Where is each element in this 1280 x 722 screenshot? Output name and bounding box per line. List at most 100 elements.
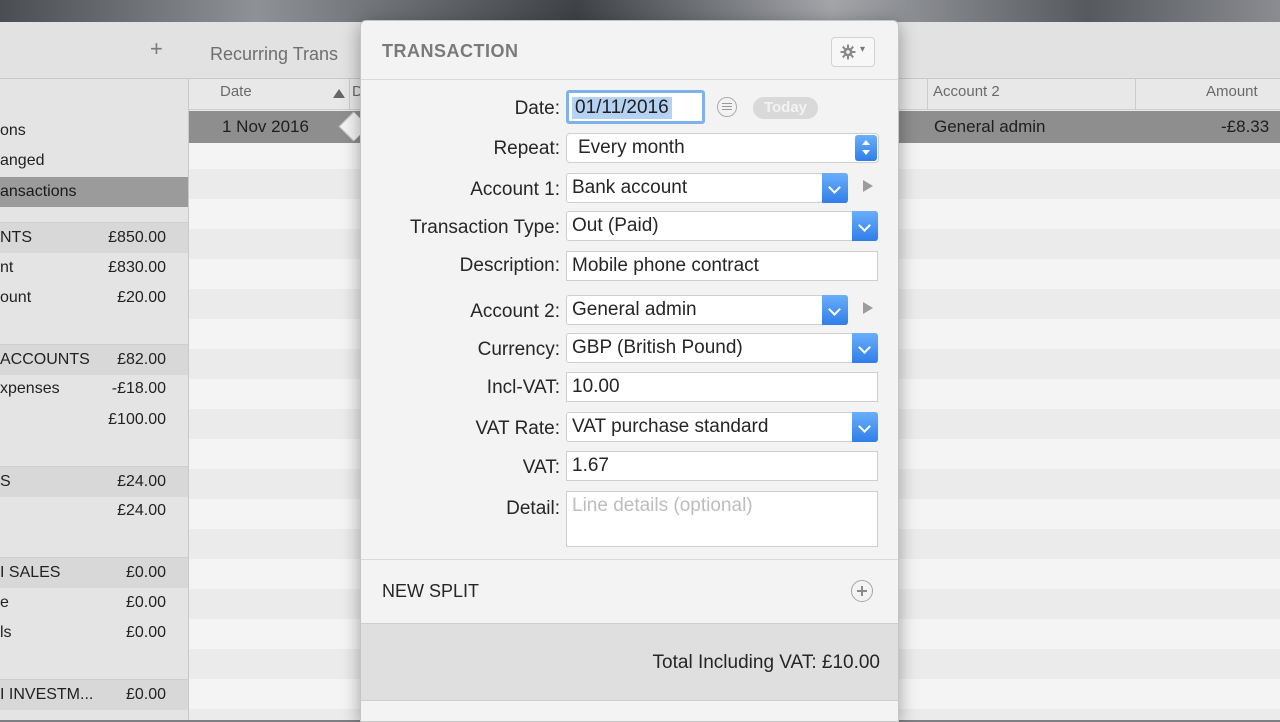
column-divider (927, 79, 928, 109)
sidebar-item-value: £20.00 (117, 289, 166, 306)
account-1-label: Account 1: (470, 179, 560, 200)
transaction-type-combo[interactable]: Out (Paid) (566, 211, 878, 241)
chevron-down-icon[interactable] (822, 173, 848, 203)
vat-rate-value: VAT purchase standard (572, 416, 769, 437)
add-split-icon[interactable] (851, 580, 873, 602)
chevron-down-icon[interactable] (852, 211, 878, 241)
account-2-go-arrow-icon[interactable] (863, 302, 873, 314)
incl-vat-label: Incl-VAT: (486, 377, 560, 398)
repeat-value: Every month (578, 137, 685, 158)
sidebar-item[interactable]: xpenses -£18.00 (0, 374, 188, 404)
sidebar-item-value: £100.00 (108, 411, 166, 428)
up-down-arrows-icon (855, 135, 877, 161)
total-bar: Total Including VAT: £10.00 (361, 623, 898, 701)
sidebar-item[interactable]: S £24.00 (0, 466, 188, 497)
sidebar-item-label: xpenses (0, 380, 60, 397)
sidebar-item[interactable]: I INVESTM... £0.00 (0, 679, 188, 710)
vat-field[interactable]: 1.67 (566, 451, 878, 481)
sidebar-item[interactable]: anged (0, 146, 188, 176)
row-account-2: General admin (934, 117, 1046, 136)
column-header-date[interactable]: Date (220, 83, 252, 100)
tab-recurring-transactions[interactable]: Recurring Trans (210, 44, 338, 65)
chevron-down-icon[interactable] (822, 295, 848, 325)
sidebar-item-value: £0.00 (125, 624, 166, 641)
column-divider (1135, 79, 1136, 109)
chevron-down-icon[interactable] (852, 412, 878, 442)
column-header-account-2[interactable]: Account 2 (933, 83, 1000, 100)
transaction-popover: TRANSACTION ▾ Date: 01/11/2016 Today Rep… (360, 20, 899, 722)
sidebar-item-label: ons (0, 122, 26, 139)
description-field[interactable]: Mobile phone contract (566, 251, 878, 281)
popover-title: TRANSACTION (382, 41, 519, 61)
account-1-combo[interactable]: Bank account (566, 173, 848, 203)
sidebar-item-label: I SALES (0, 564, 61, 581)
new-split-label: NEW SPLIT (382, 581, 480, 601)
row-amount: -£8.33 (1221, 117, 1270, 136)
currency-combo[interactable]: GBP (British Pound) (566, 333, 878, 363)
sidebar-item[interactable]: ls £0.00 (0, 618, 188, 648)
detail-field[interactable]: Line details (optional) (566, 491, 878, 547)
transaction-type-label: Transaction Type: (410, 217, 560, 238)
sidebar-item-label: anged (0, 152, 45, 169)
sidebar-item-label: ansactions (0, 183, 77, 200)
vat-rate-combo[interactable]: VAT purchase standard (566, 412, 878, 442)
action-menu-button[interactable]: ▾ (831, 37, 875, 67)
total-including-vat: Total Including VAT: £10.00 (652, 652, 880, 673)
split-divider (361, 559, 898, 560)
sidebar-item-value: £0.00 (125, 686, 166, 703)
sidebar-item-value: -£18.00 (111, 380, 166, 397)
column-header-amount[interactable]: Amount (1206, 83, 1258, 100)
sidebar-item-value: £0.00 (125, 564, 166, 581)
sidebar-item[interactable]: I SALES £0.00 (0, 557, 188, 588)
sidebar-item-label: I INVESTM... (0, 686, 94, 703)
sidebar-item-label: e (0, 594, 9, 611)
sort-ascending-icon (333, 89, 345, 98)
sidebar-item[interactable]: ACCOUNTS £82.00 (0, 344, 188, 375)
transaction-type-value: Out (Paid) (572, 215, 659, 236)
sidebar-item-label: NTS (0, 229, 32, 246)
repeat-select[interactable]: Every month (566, 133, 879, 163)
account-2-value: General admin (572, 299, 697, 320)
detail-placeholder: Line details (optional) (572, 495, 753, 516)
sidebar-item-label: ls (0, 624, 12, 641)
account-1-go-arrow-icon[interactable] (863, 180, 873, 192)
sidebar-item[interactable]: £24.00 (0, 496, 188, 526)
sidebar-item-value: £830.00 (108, 259, 166, 276)
sidebar-item-label: ount (0, 289, 32, 306)
chevron-down-icon: ▾ (860, 44, 866, 55)
account-1-value: Bank account (572, 177, 688, 198)
date-label: Date: (514, 98, 560, 119)
header-divider (361, 79, 898, 80)
sidebar-item[interactable]: ount £20.00 (0, 283, 188, 313)
sidebar-item[interactable]: £100.00 (0, 405, 188, 435)
incl-vat-field[interactable]: 10.00 (566, 372, 878, 402)
vat-rate-label: VAT Rate: (475, 418, 560, 439)
sidebar-item-value: £850.00 (108, 229, 166, 246)
sidebar-item-value: £0.00 (125, 594, 166, 611)
sidebar-item-label: S (0, 473, 11, 490)
account-2-combo[interactable]: General admin (566, 295, 848, 325)
chevron-down-icon[interactable] (852, 333, 878, 363)
sidebar-item[interactable]: ansactions (0, 177, 188, 207)
sidebar-item-value: £82.00 (117, 351, 166, 368)
description-label: Description: (459, 255, 560, 276)
date-value: 01/11/2016 (572, 97, 672, 119)
gear-icon (840, 44, 856, 60)
vat-label: VAT: (522, 457, 560, 478)
add-button[interactable]: + (150, 38, 163, 60)
sidebar-item[interactable]: NTS £850.00 (0, 222, 188, 253)
repeat-label: Repeat: (493, 138, 560, 159)
date-field[interactable]: 01/11/2016 (566, 90, 705, 124)
sidebar-item[interactable]: ons (0, 116, 188, 146)
sidebar-item-label: ACCOUNTS (0, 351, 90, 368)
currency-value: GBP (British Pound) (572, 337, 743, 358)
currency-label: Currency: (477, 339, 560, 360)
calendar-list-icon[interactable] (717, 97, 737, 117)
sidebar-item[interactable]: e £0.00 (0, 588, 188, 618)
column-divider (349, 79, 350, 109)
sidebar: ons anged ansactions NTS £850.00 nt £830.00 oun… (0, 79, 189, 720)
sidebar-item-label: nt (0, 259, 14, 276)
sidebar-item[interactable]: nt £830.00 (0, 253, 188, 283)
today-button[interactable]: Today (753, 97, 818, 119)
row-date: 1 Nov 2016 (222, 117, 309, 136)
